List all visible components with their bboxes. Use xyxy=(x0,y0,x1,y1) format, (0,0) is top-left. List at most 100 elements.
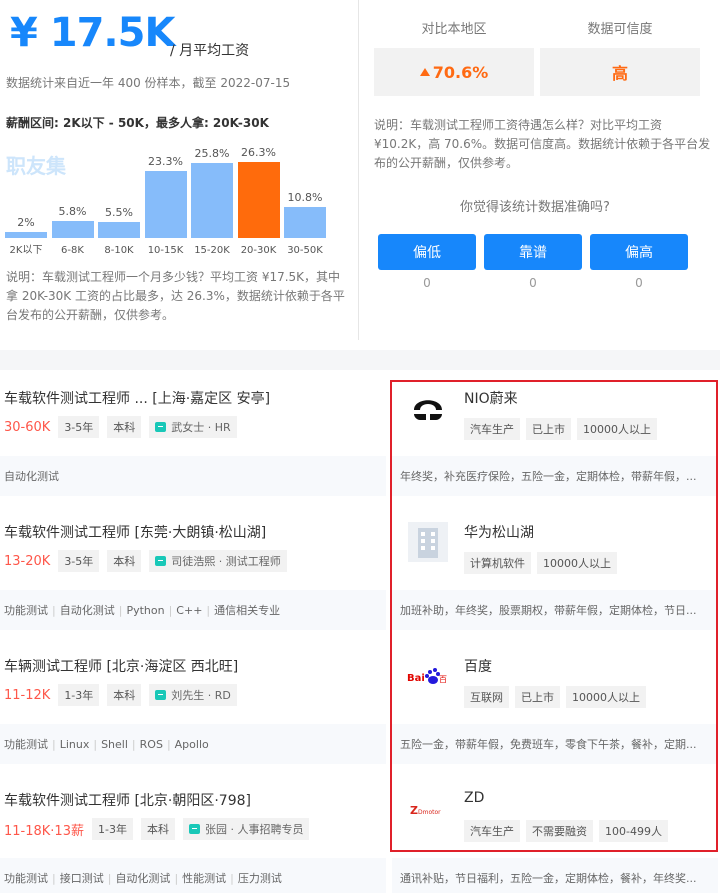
company-benefits-bar: 五险一金，带薪年假，免费班车，零食下午茶，餐补，定期... xyxy=(392,724,718,764)
company-tag: 100-499人 xyxy=(599,820,668,842)
job-meta: 11-18K·13薪 1-3年 本科 张园 · 人事招聘专员 xyxy=(4,818,310,840)
hr-name: 张园 · 人事招聘专员 xyxy=(204,823,304,836)
svg-text:Dmotor: Dmotor xyxy=(418,809,441,816)
job-hr-contact[interactable]: 刘先生 · RD xyxy=(149,684,237,706)
chart-category-label: 30-50K xyxy=(287,245,323,256)
vote-high-count: 0 xyxy=(635,276,643,290)
job-hr-contact[interactable]: 张园 · 人事招聘专员 xyxy=(182,818,310,840)
company-card[interactable]: Bai 百 百度 互联网 已上市 10000人以上 五险一金，带薪年假，免费班车，零… xyxy=(392,638,718,772)
comparison-panel: 对比本地区 数据可信度 70.6% 高 说明：车载测试工程师工资待遇怎么样？对比… xyxy=(360,0,720,350)
job-skills-bar: 功能测试 | 自动化测试 | Python | C++ | 通信相关专业 xyxy=(0,590,386,630)
building-logo-icon xyxy=(406,520,450,564)
chart-bar xyxy=(5,232,47,238)
skill-separator: | xyxy=(107,872,112,885)
skill-separator: | xyxy=(230,872,234,885)
vote-low-button[interactable]: 偏低 xyxy=(378,234,476,270)
confidence-label: 数据可信度 xyxy=(587,22,653,37)
skill-separator: | xyxy=(168,604,173,617)
chat-icon xyxy=(155,422,167,432)
chart-bar xyxy=(51,221,94,238)
chart-bar xyxy=(284,206,326,238)
job-item[interactable]: 车载软件测试工程师 [北京·朝阳区·798] 11-18K·13薪 1-3年 本… xyxy=(0,772,720,893)
chart-category-label: 20-30K xyxy=(240,245,277,256)
company-benefits: 年终奖，补充医疗保险，五险一金，定期体检，带薪年假，... xyxy=(400,470,697,483)
job-list: 车载软件测试工程师 ... [上海·嘉定区 安亭] 30-60K 3-5年 本科… xyxy=(0,370,720,893)
company-tags: 汽车生产 不需要融资 100-499人 xyxy=(464,820,674,842)
chart-category-label: 15-20K xyxy=(194,245,230,256)
skill-tag: Shell xyxy=(101,738,128,751)
job-item[interactable]: 车载软件测试工程师 ... [上海·嘉定区 安亭] 30-60K 3-5年 本科… xyxy=(0,370,720,504)
vote-high-button[interactable]: 偏高 xyxy=(590,234,688,270)
skill-separator: | xyxy=(52,872,56,885)
comparison-description: 说明：车载测试工程师工资待遇怎么样？对比平均工资 ¥10.2K，高 70.6%。… xyxy=(374,118,711,170)
svg-text:Bai: Bai xyxy=(407,673,425,684)
chat-icon xyxy=(155,690,167,700)
job-item[interactable]: 车载软件测试工程师 [东莞·大朗镇·松山湖] 13-20K 3-5年 本科 司徒… xyxy=(0,504,720,638)
job-salary: 30-60K xyxy=(4,419,51,435)
skill-tag: C++ xyxy=(176,604,203,617)
job-experience: 1-3年 xyxy=(58,684,100,706)
skill-separator: | xyxy=(166,738,171,751)
chart-category-label: 2K以下 xyxy=(9,245,43,256)
compare-local-label: 对比本地区 xyxy=(421,22,487,37)
skill-separator: | xyxy=(93,738,98,751)
confidence-box: 高 xyxy=(540,48,700,96)
job-item[interactable]: 车辆测试工程师 [北京·海淀区 西北旺] 11-12K 1-3年 本科 刘先生 … xyxy=(0,638,720,772)
job-title[interactable]: 车载软件测试工程师 [东莞·大朗镇·松山湖] xyxy=(4,522,266,542)
job-title[interactable]: 车辆测试工程师 [北京·海淀区 西北旺] xyxy=(4,656,238,676)
chart-value-label: 26.3% xyxy=(241,146,276,159)
job-title[interactable]: 车载软件测试工程师 ... [上海·嘉定区 安亭] xyxy=(4,388,270,408)
vote-low-count: 0 xyxy=(423,276,431,290)
company-benefits: 加班补助，年终奖，股票期权，带薪年假，定期体检，节日... xyxy=(400,604,697,617)
salary-distribution-chart: 2% 2K以下 5.8% 6-8K 5.5% 8-10K 23.3% 10-15K 25.8% 1… xyxy=(0,130,340,260)
arrow-up-icon xyxy=(419,68,430,76)
vertical-divider xyxy=(358,0,359,340)
job-hr-contact[interactable]: 司徒浩熙 · 测试工程师 xyxy=(149,550,287,572)
company-benefits-bar: 通讯补贴，节日福利，五险一金，定期体检，餐补，年终奖... xyxy=(392,858,718,893)
chart-value-label: 10.8% xyxy=(287,190,323,204)
hr-name: 刘先生 · RD xyxy=(171,689,231,702)
hr-name: 武女士 · HR xyxy=(171,421,231,434)
nio-logo-icon xyxy=(406,386,450,430)
skill-tag: 性能测试 xyxy=(182,872,227,885)
salary-summary: ¥ 17.5K / 月平均工资 数据统计来自近一年 400 份样本，截至 202… xyxy=(0,0,350,350)
company-name[interactable]: ZD xyxy=(464,790,484,806)
vote-reliable-button[interactable]: 靠谱 xyxy=(484,234,582,270)
sample-info: 数据统计来自近一年 400 份样本，截至 2022-07-15 xyxy=(6,76,291,90)
job-skills: 功能测试 | Linux | Shell | ROS | Apollo xyxy=(4,736,209,752)
job-salary: 13-20K xyxy=(4,553,51,569)
chat-icon xyxy=(188,824,200,834)
company-name[interactable]: NIO蔚来 xyxy=(464,388,518,408)
chart-category-label: 6-8K xyxy=(61,245,84,256)
job-title[interactable]: 车载软件测试工程师 [北京·朝阳区·798] xyxy=(4,790,251,810)
company-card[interactable]: 华为松山湖 计算机软件 10000人以上 加班补助，年终奖，股票期权，带薪年假，定… xyxy=(392,504,718,638)
skill-tag: 压力测试 xyxy=(237,872,282,885)
zd-logo-icon: Z Dmotor xyxy=(406,788,450,832)
chart-bar xyxy=(144,170,187,238)
company-name[interactable]: 百度 xyxy=(464,656,492,676)
job-skills-bar: 功能测试 | Linux | Shell | ROS | Apollo xyxy=(0,724,386,764)
company-card[interactable]: NIO蔚来 汽车生产 已上市 10000人以上 年终奖，补充医疗保险，五险一金，定期… xyxy=(392,370,718,504)
company-tag: 不需要融资 xyxy=(526,820,593,842)
hr-name: 司徒浩熙 · 测试工程师 xyxy=(171,555,281,568)
skill-separator: | xyxy=(131,738,136,751)
job-meta: 13-20K 3-5年 本科 司徒浩熙 · 测试工程师 xyxy=(4,550,287,572)
company-tag: 10000人以上 xyxy=(537,552,617,574)
skill-tag: 通信相关专业 xyxy=(214,604,281,617)
skill-tag: 功能测试 xyxy=(4,872,48,885)
chart-bar xyxy=(98,222,140,238)
job-hr-contact[interactable]: 武女士 · HR xyxy=(149,416,237,438)
company-tag: 汽车生产 xyxy=(464,820,520,842)
company-name[interactable]: 华为松山湖 xyxy=(464,522,534,542)
skill-tag: 自动化测试 xyxy=(4,470,59,483)
skill-separator: | xyxy=(174,872,179,885)
company-tags: 计算机软件 10000人以上 xyxy=(464,552,623,574)
job-skills: 功能测试 | 接口测试 | 自动化测试 | 性能测试 | 压力测试 xyxy=(4,870,282,886)
company-benefits-bar: 年终奖，补充医疗保险，五险一金，定期体检，带薪年假，... xyxy=(392,456,718,496)
accuracy-question: 你觉得该统计数据准确吗? xyxy=(460,200,610,215)
company-tag: 计算机软件 xyxy=(464,552,531,574)
skill-tag: 功能测试 xyxy=(4,604,48,617)
skill-tag: Linux xyxy=(59,738,90,751)
baidu-logo-icon: Bai 百 xyxy=(406,654,450,698)
company-card[interactable]: Z Dmotor ZD 汽车生产 不需要融资 100-499人 通讯补贴，节日福利，… xyxy=(392,772,718,893)
